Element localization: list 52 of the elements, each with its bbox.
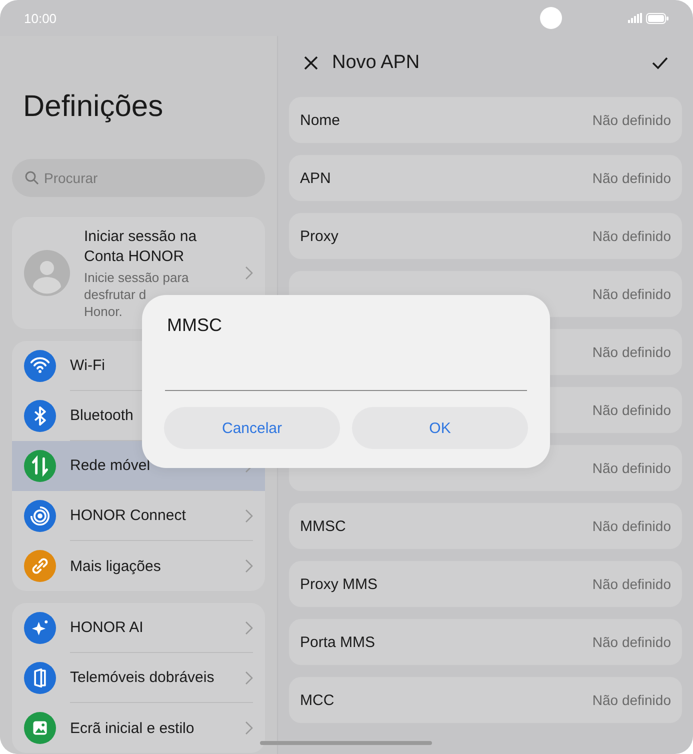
apn-field-row[interactable]: MMSC Não definido [289, 503, 682, 549]
field-label: Porta MMS [300, 634, 376, 650]
field-value: Não definido [592, 286, 671, 302]
chevron-icon [245, 266, 253, 280]
field-value: Não definido [592, 344, 671, 360]
item-label: Wi-Fi [70, 357, 106, 374]
field-label: APN [300, 170, 331, 186]
settings-item[interactable]: Ecrã inicial e estilo [12, 703, 265, 753]
apn-field-row[interactable]: Nome Não definido [289, 97, 682, 143]
field-value: Não definido [592, 170, 671, 186]
account-title: Iniciar sessão na Conta HONOR [84, 226, 198, 266]
apn-field-row[interactable]: APN Não definido [289, 155, 682, 201]
field-value: Não definido [592, 112, 671, 128]
battery-icon [646, 12, 669, 24]
apn-field-row[interactable]: MCC Não definido [289, 677, 682, 723]
close-icon[interactable] [302, 54, 320, 72]
item-label: Telemóveis dobráveis [70, 669, 216, 686]
item-label: Ecrã inicial e estilo [70, 720, 196, 736]
field-value: Não definido [592, 576, 671, 592]
item-label: HONOR Connect [70, 507, 187, 524]
field-label: MCC [300, 692, 334, 708]
field-label: Nome [300, 112, 340, 128]
item-label: Mais ligações [70, 558, 162, 574]
field-value: Não definido [592, 228, 671, 244]
account-subtitle-line: Inicie sessão para [84, 268, 189, 286]
page-title: Definições [23, 89, 164, 125]
item-label: HONOR AI [70, 619, 144, 636]
field-value: Não definido [592, 402, 671, 418]
item-label: Rede móvel [70, 457, 152, 474]
settings-item[interactable]: HONOR AI [12, 603, 265, 653]
settings-item[interactable]: Mais ligações [12, 541, 265, 591]
field-value: Não definido [592, 518, 671, 534]
field-value: Não definido [592, 634, 671, 650]
screen-title: Novo APN [332, 52, 421, 74]
field-label: Proxy MMS [300, 576, 378, 592]
signal-icon [628, 13, 642, 23]
settings-item[interactable]: Telemóveis dobráveis [12, 653, 265, 703]
field-label: Proxy [300, 228, 338, 244]
field-value: Não definido [592, 460, 671, 476]
apn-field-row[interactable]: Proxy MMS Não definido [289, 561, 682, 607]
settings-item[interactable]: HONOR Connect [12, 491, 265, 541]
avatar-icon [24, 250, 70, 296]
search-icon [24, 170, 40, 186]
camera-cutout [540, 7, 562, 29]
field-value: Não definido [592, 692, 671, 708]
item-label: Bluetooth [70, 407, 134, 424]
apn-field-row[interactable]: Porta MMS Não definido [289, 619, 682, 665]
account-subtitle-line: Honor. [84, 302, 122, 320]
status-time: 10:00 [24, 10, 57, 26]
field-label: MMSC [300, 518, 346, 534]
account-subtitle-line: desfrutar d [84, 286, 146, 302]
apn-field-row[interactable]: Proxy Não definido [289, 213, 682, 259]
